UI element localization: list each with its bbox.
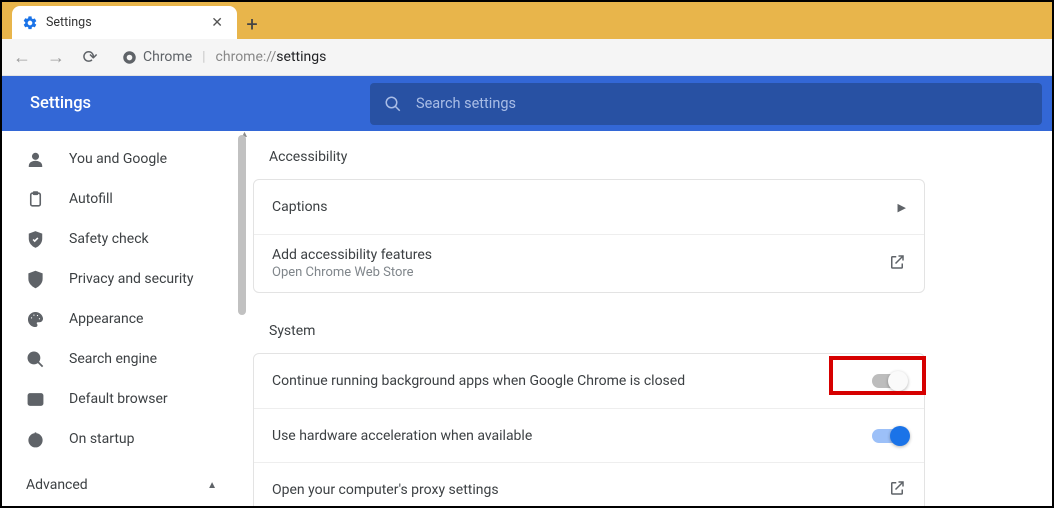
sidebar-item-label: Appearance	[69, 311, 143, 327]
settings-gear-icon	[22, 15, 38, 31]
accessibility-card: Captions ▶ Add accessibility features Op…	[253, 179, 925, 293]
row-hardware-acceleration[interactable]: Use hardware acceleration when available	[254, 408, 924, 462]
clipboard-icon	[26, 190, 45, 209]
settings-main: Accessibility Captions ▶ Add accessibili…	[247, 131, 1052, 506]
sidebar-item-autofill[interactable]: Autofill	[2, 179, 247, 219]
new-tab-button[interactable]: +	[237, 9, 267, 39]
shield-check-icon	[26, 230, 45, 249]
section-heading-accessibility: Accessibility	[269, 149, 1052, 165]
power-icon	[26, 430, 45, 449]
sidebar-item-label: You and Google	[69, 151, 167, 167]
sidebar-item-label: Search engine	[69, 351, 157, 367]
section-heading-system: System	[269, 323, 1052, 339]
sidebar-item-label: Default browser	[69, 391, 168, 407]
open-external-icon	[888, 479, 906, 501]
omnibox-separator: |	[202, 49, 205, 65]
search-settings-input[interactable]	[416, 95, 1028, 112]
sidebar-advanced-toggle[interactable]: Advanced ▲	[2, 465, 247, 505]
back-button[interactable]: ←	[12, 47, 32, 68]
row-captions[interactable]: Captions ▶	[254, 180, 924, 234]
row-label: Open your computer's proxy settings	[272, 482, 874, 498]
page-title: Settings	[2, 94, 370, 113]
omnibox[interactable]: Chrome | chrome://settings	[114, 49, 1042, 65]
row-sublabel: Open Chrome Web Store	[272, 265, 874, 280]
sidebar-item-label: Safety check	[69, 231, 149, 247]
chrome-chip: Chrome	[122, 49, 192, 65]
system-card: Continue running background apps when Go…	[253, 353, 925, 506]
sidebar-item-on-startup[interactable]: On startup	[2, 419, 247, 459]
chevron-right-icon: ▶	[898, 201, 906, 214]
app-header: Settings	[2, 76, 1052, 131]
row-label: Captions	[272, 199, 884, 215]
toggle-background-apps[interactable]	[872, 374, 906, 388]
sidebar-item-label: On startup	[69, 431, 135, 447]
row-label: Use hardware acceleration when available	[272, 428, 858, 444]
forward-button[interactable]: →	[46, 47, 66, 68]
reload-button[interactable]: ⟳	[80, 47, 100, 68]
sidebar-item-search-engine[interactable]: Search engine	[2, 339, 247, 379]
tab-close-icon[interactable]: ✕	[207, 15, 227, 31]
palette-icon	[26, 310, 45, 329]
shield-icon	[26, 270, 45, 289]
browser-window-icon	[26, 390, 45, 409]
search-settings-field[interactable]	[370, 83, 1042, 125]
row-proxy-settings[interactable]: Open your computer's proxy settings	[254, 462, 924, 506]
person-icon	[26, 150, 45, 169]
search-icon	[26, 350, 45, 369]
row-add-accessibility-features[interactable]: Add accessibility features Open Chrome W…	[254, 234, 924, 292]
chrome-chip-label: Chrome	[143, 49, 192, 65]
sidebar-item-you-and-google[interactable]: You and Google	[2, 139, 247, 179]
settings-sidebar: ▴ You and Google Autofill Safety check P…	[2, 131, 247, 506]
row-label: Continue running background apps when Go…	[272, 373, 858, 389]
chrome-icon	[122, 50, 137, 65]
chevron-up-icon: ▲	[207, 480, 217, 491]
sidebar-item-appearance[interactable]: Appearance	[2, 299, 247, 339]
search-icon	[384, 95, 402, 113]
toggle-hardware-acceleration[interactable]	[872, 429, 906, 443]
sidebar-item-label: Autofill	[69, 191, 113, 207]
row-label: Add accessibility features Open Chrome W…	[272, 247, 874, 280]
advanced-label: Advanced	[26, 477, 88, 493]
browser-tabstrip: Settings ✕ +	[2, 2, 1052, 39]
browser-tab-settings[interactable]: Settings ✕	[12, 6, 237, 39]
sidebar-scrollbar[interactable]	[238, 135, 246, 315]
open-external-icon	[888, 253, 906, 275]
row-background-apps[interactable]: Continue running background apps when Go…	[254, 354, 924, 408]
sidebar-item-privacy[interactable]: Privacy and security	[2, 259, 247, 299]
sidebar-item-safety-check[interactable]: Safety check	[2, 219, 247, 259]
url-text: chrome://settings	[216, 49, 327, 65]
tab-title: Settings	[46, 15, 207, 30]
browser-toolbar: ← → ⟳ Chrome | chrome://settings	[2, 39, 1052, 76]
sidebar-item-default-browser[interactable]: Default browser	[2, 379, 247, 419]
sidebar-item-label: Privacy and security	[69, 271, 193, 287]
